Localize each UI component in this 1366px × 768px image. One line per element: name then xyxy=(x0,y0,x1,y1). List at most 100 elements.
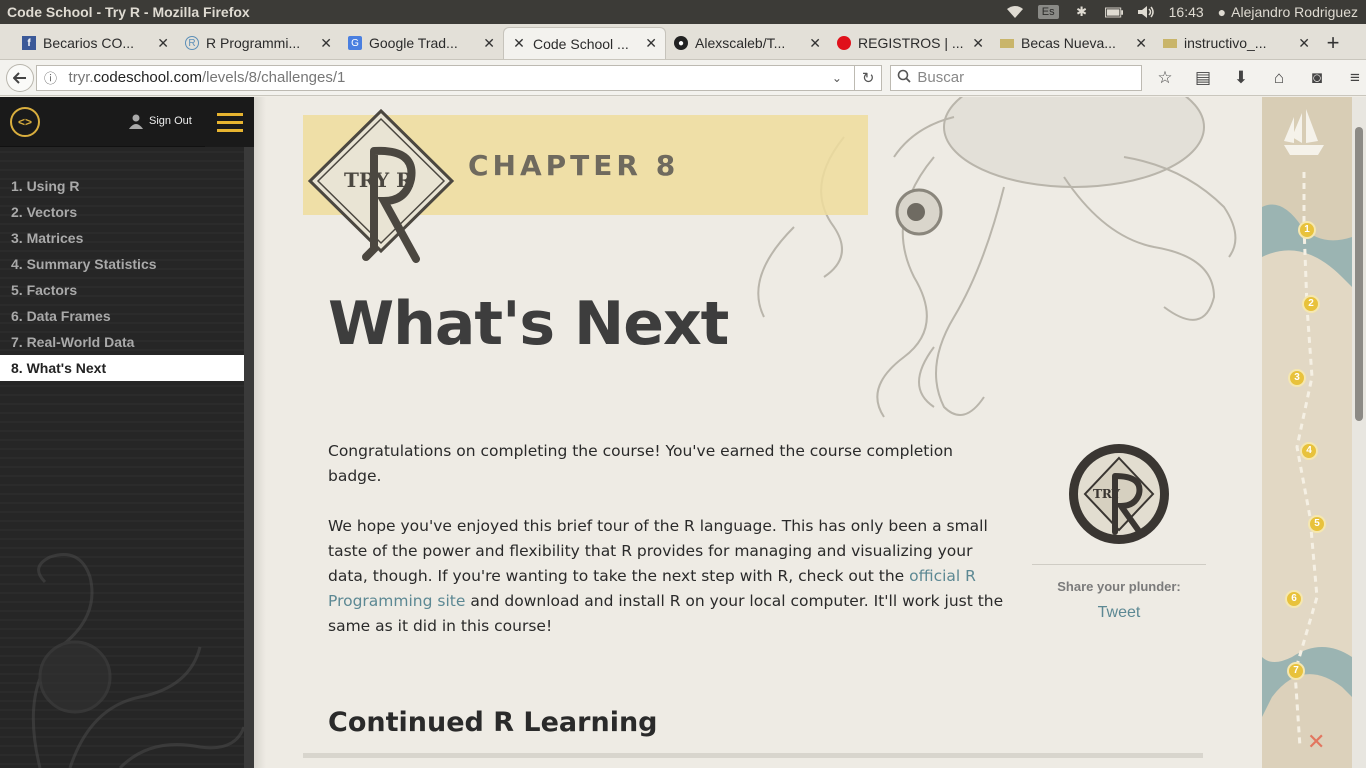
user-menu[interactable]: ● Alejandro Rodriguez xyxy=(1218,4,1358,20)
pocket-icon[interactable]: ◙ xyxy=(1306,68,1328,88)
hamburger-menu-icon[interactable]: ≡ xyxy=(1344,68,1366,88)
sidebar-scrollbar[interactable] xyxy=(244,147,254,768)
new-tab-button[interactable]: + xyxy=(1318,27,1348,59)
clock[interactable]: 16:43 xyxy=(1169,4,1204,20)
sidebar-item-summary-statistics[interactable]: 4. Summary Statistics xyxy=(0,251,254,277)
navigation-bar: ⓘ tryr.codeschool.com/levels/8/challenge… xyxy=(0,60,1366,96)
browser-tab[interactable]: G Google Trad... ✕ xyxy=(340,27,503,59)
map-illustration: ✕ xyxy=(1262,97,1352,768)
browser-tab[interactable]: instructivo_... ✕ xyxy=(1155,27,1318,59)
codeschool-logo-icon[interactable]: <> xyxy=(10,107,40,137)
svg-text:TRY: TRY xyxy=(1093,487,1121,501)
next-steps-paragraph: We hope you've enjoyed this brief tour o… xyxy=(328,517,1004,635)
browser-tab-active[interactable]: ✕ Code School ... ✕ xyxy=(503,27,666,59)
reading-list-icon[interactable]: ▤ xyxy=(1192,68,1214,88)
os-indicators: Es ✱ 16:43 ● Alejandro Rodriguez xyxy=(1006,4,1366,20)
share-label: Share your plunder: xyxy=(1057,579,1181,594)
section-divider xyxy=(303,753,1203,758)
close-icon[interactable]: ✕ xyxy=(809,35,821,52)
r-icon: R xyxy=(185,36,199,50)
close-icon[interactable]: ✕ xyxy=(1298,35,1310,52)
content-shadow xyxy=(254,97,266,768)
lesson-content: TRY R CHAPTER 8 What's Next Congratulati… xyxy=(254,97,1262,768)
map-node-1[interactable]: 1 xyxy=(1298,221,1316,239)
keyboard-layout-indicator[interactable]: Es xyxy=(1037,5,1059,19)
lesson-body: Congratulations on completing the course… xyxy=(328,439,1008,664)
tab-label: Becarios CO... xyxy=(43,35,135,51)
chapter-list: 1. Using R 2. Vectors 3. Matrices 4. Sum… xyxy=(0,173,254,381)
facebook-icon: f xyxy=(22,36,36,50)
sidebar-item-whats-next[interactable]: 8. What's Next xyxy=(0,355,254,381)
hamburger-menu-button[interactable] xyxy=(205,97,254,147)
google-translate-icon: G xyxy=(348,36,362,50)
back-button[interactable] xyxy=(6,63,34,92)
volume-icon[interactable] xyxy=(1137,5,1155,19)
page-icon xyxy=(1163,38,1177,48)
browser-tab[interactable]: R R Programmi... ✕ xyxy=(177,27,340,59)
page-icon xyxy=(1000,38,1014,48)
page-title: What's Next xyxy=(328,289,729,359)
search-icon xyxy=(897,69,912,87)
divider xyxy=(1032,564,1206,565)
tab-label: Google Trad... xyxy=(369,35,458,51)
sidebar-item-using-r[interactable]: 1. Using R xyxy=(0,173,254,199)
try-r-logo-text: TRY R xyxy=(344,168,413,192)
sidebar-item-factors[interactable]: 5. Factors xyxy=(0,277,254,303)
close-icon[interactable]: ✕ xyxy=(483,35,495,52)
section-heading: Continued R Learning xyxy=(328,707,658,738)
chevron-down-icon[interactable]: ⌄ xyxy=(832,71,854,85)
sidebar-item-matrices[interactable]: 3. Matrices xyxy=(0,225,254,251)
page-scrollbar[interactable] xyxy=(1352,97,1366,768)
close-icon[interactable]: ✕ xyxy=(157,35,169,52)
map-node-6[interactable]: 6 xyxy=(1285,590,1303,608)
browser-tab[interactable]: f Becarios CO... ✕ xyxy=(14,27,177,59)
tab-label: Code School ... xyxy=(533,35,629,52)
tweet-link[interactable]: Tweet xyxy=(1032,604,1206,622)
sign-out-link[interactable]: Sign Out xyxy=(128,113,192,129)
sign-out-label: Sign Out xyxy=(149,115,192,127)
search-placeholder: Buscar xyxy=(917,69,965,86)
tab-label: R Programmi... xyxy=(206,35,301,51)
map-node-5[interactable]: 5 xyxy=(1308,515,1326,533)
download-icon[interactable]: ⬇ xyxy=(1230,68,1252,88)
sidebar-item-real-world-data[interactable]: 7. Real-World Data xyxy=(0,329,254,355)
bookmark-star-icon[interactable]: ☆ xyxy=(1154,68,1176,88)
browser-tab[interactable]: ● Alexscaleb/T... ✕ xyxy=(666,27,829,59)
info-icon[interactable]: ⓘ xyxy=(41,68,61,87)
bluetooth-icon[interactable]: ✱ xyxy=(1073,4,1091,19)
arrow-left-icon xyxy=(12,71,26,84)
browser-tab[interactable]: REGISTROS | ... ✕ xyxy=(829,27,992,59)
close-icon[interactable]: ✕ xyxy=(645,35,657,52)
tab-label: instructivo_... xyxy=(1184,35,1267,51)
congratulations-paragraph: Congratulations on completing the course… xyxy=(328,442,954,485)
course-sidebar: <> Sign Out 1. Using R 2. Vectors 3. Mat… xyxy=(0,97,254,768)
map-node-4[interactable]: 4 xyxy=(1300,442,1318,460)
sidebar-header: <> Sign Out xyxy=(0,97,254,147)
wifi-icon[interactable] xyxy=(1006,5,1024,19)
os-top-bar: Code School - Try R - Mozilla Firefox Es… xyxy=(0,0,1366,24)
home-icon[interactable]: ⌂ xyxy=(1268,68,1290,88)
battery-icon[interactable] xyxy=(1104,5,1123,19)
map-node-2[interactable]: 2 xyxy=(1302,295,1320,313)
url-bar[interactable]: ⓘ tryr.codeschool.com/levels/8/challenge… xyxy=(35,64,855,91)
map-node-7[interactable]: 7 xyxy=(1287,662,1305,680)
window-title: Code School - Try R - Mozilla Firefox xyxy=(7,4,250,20)
reload-button[interactable]: ↻ xyxy=(854,64,883,91)
close-icon[interactable]: ✕ xyxy=(1135,35,1147,52)
tab-strip: f Becarios CO... ✕ R R Programmi... ✕ G … xyxy=(0,24,1366,60)
course-completion-badge: TRY xyxy=(1069,444,1169,544)
sidebar-item-data-frames[interactable]: 6. Data Frames xyxy=(0,303,254,329)
tab-label: REGISTROS | ... xyxy=(858,35,964,51)
close-icon[interactable]: ✕ xyxy=(320,35,332,52)
toolbar-icons: ☆ ▤ ⬇ ⌂ ◙ ≡ xyxy=(1154,68,1366,88)
map-node-3[interactable]: 3 xyxy=(1288,369,1306,387)
progress-map: ✕ 1 2 3 4 5 6 7 xyxy=(1262,97,1352,768)
user-icon xyxy=(129,114,143,129)
close-icon[interactable]: ✕ xyxy=(972,35,984,52)
map-end-marker: ✕ xyxy=(1307,730,1325,755)
search-input[interactable]: Buscar xyxy=(890,64,1142,91)
browser-tab[interactable]: Becas Nueva... ✕ xyxy=(992,27,1155,59)
scrollbar-thumb[interactable] xyxy=(1355,127,1363,421)
url-text[interactable]: tryr.codeschool.com/levels/8/challenges/… xyxy=(69,69,832,86)
sidebar-item-vectors[interactable]: 2. Vectors xyxy=(0,199,254,225)
